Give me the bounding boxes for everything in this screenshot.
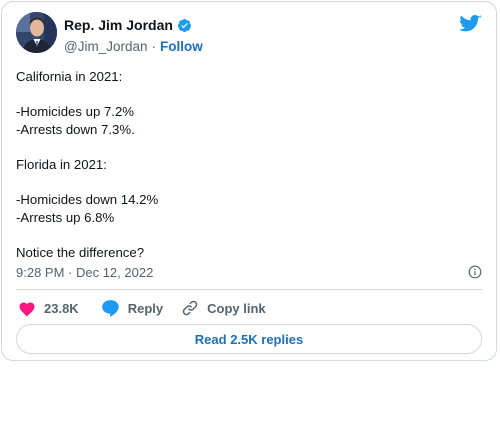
follow-button[interactable]: Follow — [160, 39, 203, 54]
tweet-text-line — [16, 138, 482, 156]
tweet-body: California in 2021: -Homicides up 7.2% -… — [16, 68, 482, 262]
tweet-text-line: -Homicides down 14.2% — [16, 192, 159, 208]
tweet-header: Rep. Jim Jordan @Jim_Jordan · Follow — [16, 12, 482, 56]
read-replies-label: Read 2.5K replies — [194, 331, 304, 347]
tweet-text-line: -Homicides up 7.2% — [16, 104, 135, 120]
read-replies-button[interactable]: Read 2.5K replies — [16, 324, 482, 354]
tweet-text-line — [16, 174, 482, 192]
tweet-embed-card: Rep. Jim Jordan @Jim_Jordan · Follow Cal — [1, 1, 497, 361]
reply-bubble-icon — [101, 299, 120, 317]
like-button[interactable]: 23.8K — [18, 300, 79, 317]
avatar[interactable] — [16, 12, 57, 53]
tweet-text-line — [16, 86, 482, 104]
like-count: 23.8K — [44, 300, 79, 316]
info-icon[interactable] — [468, 265, 482, 279]
tweet-text-line — [16, 226, 482, 244]
separator-dot: · — [151, 38, 157, 54]
divider — [16, 289, 482, 290]
reply-button[interactable]: Reply — [101, 299, 163, 317]
tweet-text-line: Florida in 2021: — [16, 156, 107, 172]
author-info: Rep. Jim Jordan @Jim_Jordan · Follow — [64, 16, 203, 55]
copy-link-label: Copy link — [207, 300, 266, 316]
link-icon — [181, 299, 199, 317]
timestamp-row: 9:28 PM · Dec 12, 2022 — [16, 263, 482, 281]
tweet-text-line: -Arrests down 7.3%. — [16, 121, 135, 137]
tweet-timestamp[interactable]: 9:28 PM · Dec 12, 2022 — [16, 265, 153, 280]
author-handle[interactable]: @Jim_Jordan — [64, 39, 148, 54]
tweet-text-line: -Arrests up 6.8% — [16, 209, 115, 225]
reply-label: Reply — [127, 300, 164, 316]
verified-badge-icon — [177, 18, 192, 33]
tweet-text-line: California in 2021: — [16, 69, 123, 84]
heart-icon — [18, 300, 36, 317]
author-display-name[interactable]: Rep. Jim Jordan — [64, 17, 173, 33]
twitter-bird-icon[interactable] — [458, 14, 482, 34]
tweet-text-line: Notice the difference? — [16, 244, 145, 260]
copy-link-button[interactable]: Copy link — [181, 299, 266, 317]
action-bar: 23.8K Reply Copy link — [18, 298, 266, 318]
